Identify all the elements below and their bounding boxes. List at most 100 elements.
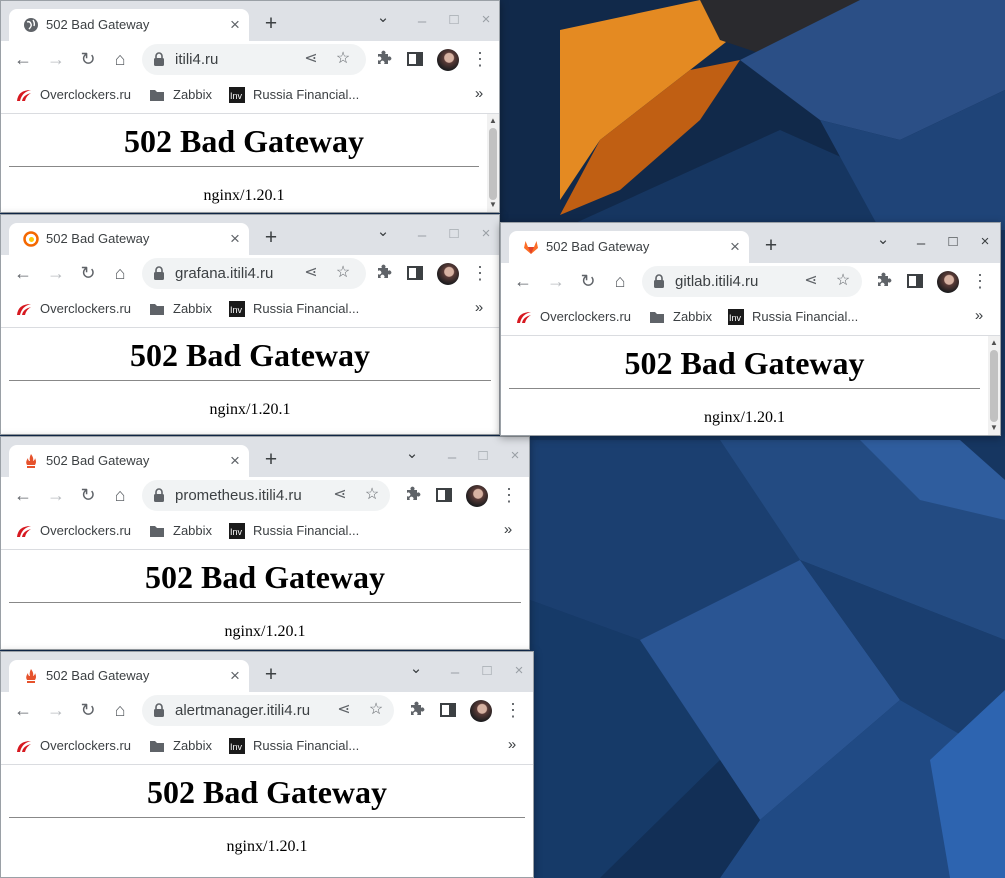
puzzle-icon[interactable]	[371, 261, 395, 285]
browser-tab[interactable]: 502 Bad Gateway ×	[9, 660, 249, 692]
tab-close-icon[interactable]: ×	[225, 229, 245, 249]
browser-tab[interactable]: 502 Bad Gateway ×	[9, 223, 249, 255]
tab-search-chevron-icon[interactable]: ⌄	[372, 221, 394, 243]
title-bar[interactable]: 502 Bad Gateway × + ⌄ – □ ×	[501, 223, 1000, 263]
scroll-thumb[interactable]	[489, 128, 497, 200]
puzzle-icon[interactable]	[400, 483, 424, 507]
tab-search-chevron-icon[interactable]: ⌄	[405, 658, 427, 680]
share-icon[interactable]: ⋖	[329, 484, 351, 506]
maximize-button[interactable]: □	[443, 223, 465, 245]
reload-button[interactable]: ↻	[76, 47, 100, 71]
share-icon[interactable]: ⋖	[333, 699, 355, 721]
url-text[interactable]: alertmanager.itili4.ru	[175, 702, 310, 719]
menu-icon[interactable]: ⋮	[501, 698, 525, 722]
menu-icon[interactable]: ⋮	[497, 483, 521, 507]
scroll-thumb[interactable]	[990, 350, 998, 422]
browser-tab[interactable]: 502 Bad Gateway ×	[9, 445, 249, 477]
profile-avatar[interactable]	[470, 700, 492, 722]
minimize-button[interactable]: –	[411, 225, 433, 247]
share-icon[interactable]: ⋖	[800, 270, 822, 292]
share-icon[interactable]: ⋖	[300, 48, 322, 70]
browser-tab[interactable]: 502 Bad Gateway ×	[9, 9, 249, 41]
profile-avatar[interactable]	[937, 271, 959, 293]
back-button[interactable]: ←	[11, 483, 35, 507]
tab-search-chevron-icon[interactable]: ⌄	[872, 229, 894, 251]
bookmark-star-icon[interactable]: ☆	[332, 262, 354, 284]
bookmark-star-icon[interactable]: ☆	[832, 270, 854, 292]
lock-icon[interactable]	[152, 703, 166, 718]
new-tab-button[interactable]: +	[759, 235, 783, 259]
tab-close-icon[interactable]: ×	[725, 237, 745, 257]
side-panel-icon[interactable]	[403, 47, 427, 71]
title-bar[interactable]: 502 Bad Gateway × + ⌄ – □ ×	[1, 215, 499, 255]
browser-window-alertmanager[interactable]: 502 Bad Gateway × + ⌄ – □ × ← → ↻ ⌂ aler…	[0, 651, 534, 878]
close-window-button[interactable]: ×	[508, 660, 530, 682]
back-button[interactable]: ←	[511, 269, 535, 293]
address-bar[interactable]: itili4.ru ⋖ ☆	[142, 44, 366, 75]
home-button[interactable]: ⌂	[108, 483, 132, 507]
url-text[interactable]: gitlab.itili4.ru	[675, 273, 758, 290]
reload-button[interactable]: ↻	[576, 269, 600, 293]
bookmarks-overflow-button[interactable]: »	[471, 85, 487, 103]
new-tab-button[interactable]: +	[259, 227, 283, 251]
back-button[interactable]: ←	[11, 47, 35, 71]
browser-window-itili4[interactable]: 502 Bad Gateway × + ⌄ – □ × ← → ↻ ⌂ itil…	[0, 0, 500, 213]
close-window-button[interactable]: ×	[974, 231, 996, 253]
url-text[interactable]: grafana.itili4.ru	[175, 265, 273, 282]
side-panel-icon[interactable]	[436, 698, 460, 722]
tab-close-icon[interactable]: ×	[225, 15, 245, 35]
home-button[interactable]: ⌂	[108, 698, 132, 722]
browser-window-gitlab[interactable]: 502 Bad Gateway × + ⌄ – □ × ← → ↻ ⌂ gitl…	[500, 222, 1001, 436]
scroll-down-arrow-icon[interactable]: ▼	[988, 423, 1000, 433]
profile-avatar[interactable]	[466, 485, 488, 507]
lock-icon[interactable]	[152, 52, 166, 67]
browser-window-prometheus[interactable]: 502 Bad Gateway × + ⌄ – □ × ← → ↻ ⌂ prom…	[0, 436, 530, 650]
reload-button[interactable]: ↻	[76, 261, 100, 285]
reload-button[interactable]: ↻	[76, 483, 100, 507]
minimize-button[interactable]: –	[910, 233, 932, 255]
side-panel-icon[interactable]	[903, 269, 927, 293]
title-bar[interactable]: 502 Bad Gateway × + ⌄ – □ ×	[1, 437, 529, 477]
bookmark-star-icon[interactable]: ☆	[332, 48, 354, 70]
close-window-button[interactable]: ×	[475, 223, 497, 245]
menu-icon[interactable]: ⋮	[468, 261, 492, 285]
tab-search-chevron-icon[interactable]: ⌄	[401, 443, 423, 465]
browser-window-grafana[interactable]: 502 Bad Gateway × + ⌄ – □ × ← → ↻ ⌂ graf…	[0, 214, 500, 435]
maximize-button[interactable]: □	[476, 660, 498, 682]
scroll-up-arrow-icon[interactable]: ▲	[988, 338, 1000, 348]
forward-button[interactable]: →	[44, 698, 68, 722]
bookmarks-overflow-button[interactable]: »	[504, 736, 520, 754]
maximize-button[interactable]: □	[472, 445, 494, 467]
lock-icon[interactable]	[152, 488, 166, 503]
home-button[interactable]: ⌂	[108, 261, 132, 285]
side-panel-icon[interactable]	[432, 483, 456, 507]
title-bar[interactable]: 502 Bad Gateway × + ⌄ – □ ×	[1, 1, 499, 41]
address-bar[interactable]: prometheus.itili4.ru ⋖ ☆	[142, 480, 390, 511]
profile-avatar[interactable]	[437, 263, 459, 285]
new-tab-button[interactable]: +	[259, 664, 283, 688]
lock-icon[interactable]	[652, 274, 666, 289]
close-window-button[interactable]: ×	[475, 9, 497, 31]
puzzle-icon[interactable]	[871, 269, 895, 293]
bookmarks-overflow-button[interactable]: »	[971, 307, 987, 325]
menu-icon[interactable]: ⋮	[468, 47, 492, 71]
url-text[interactable]: itili4.ru	[175, 51, 218, 68]
minimize-button[interactable]: –	[444, 662, 466, 684]
bookmark-star-icon[interactable]: ☆	[361, 484, 383, 506]
home-button[interactable]: ⌂	[608, 269, 632, 293]
close-window-button[interactable]: ×	[504, 445, 526, 467]
minimize-button[interactable]: –	[441, 447, 463, 469]
lock-icon[interactable]	[152, 266, 166, 281]
address-bar[interactable]: alertmanager.itili4.ru ⋖ ☆	[142, 695, 394, 726]
vertical-scrollbar[interactable]: ▲ ▼	[988, 336, 1000, 435]
minimize-button[interactable]: –	[411, 11, 433, 33]
address-bar[interactable]: grafana.itili4.ru ⋖ ☆	[142, 258, 366, 289]
tab-search-chevron-icon[interactable]: ⌄	[372, 7, 394, 29]
scroll-up-arrow-icon[interactable]: ▲	[487, 116, 499, 126]
bookmarks-overflow-button[interactable]: »	[471, 299, 487, 317]
forward-button[interactable]: →	[544, 269, 568, 293]
reload-button[interactable]: ↻	[76, 698, 100, 722]
new-tab-button[interactable]: +	[259, 449, 283, 473]
back-button[interactable]: ←	[11, 261, 35, 285]
menu-icon[interactable]: ⋮	[968, 269, 992, 293]
